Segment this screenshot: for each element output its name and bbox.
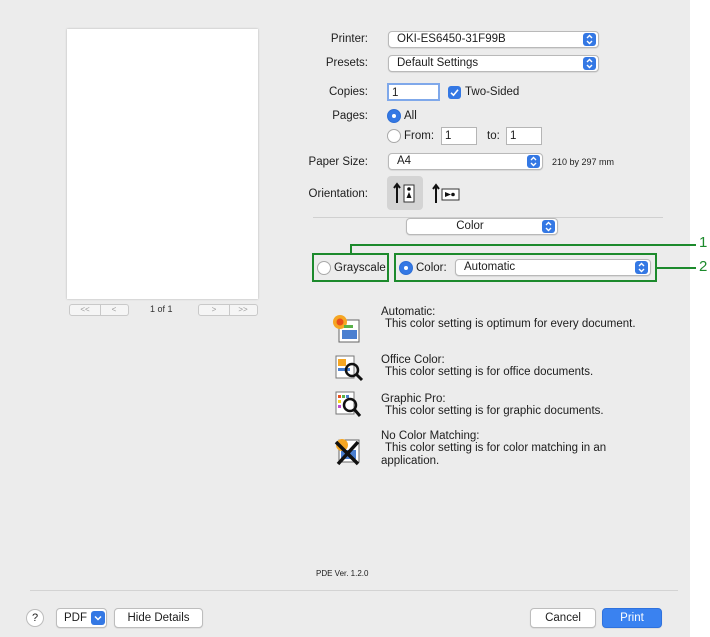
printer-label: Printer:	[330, 33, 368, 45]
first-page-button[interactable]: <<	[70, 305, 101, 315]
option-description: This color setting is for office documen…	[385, 366, 594, 378]
chevron-down-icon	[91, 611, 105, 625]
pages-from-radio[interactable]	[387, 129, 401, 143]
two-sided-label: Two-Sided	[465, 86, 520, 98]
print-button[interactable]: Print	[602, 608, 662, 628]
pages-all-radio[interactable]	[387, 109, 401, 123]
chevron-updown-icon	[583, 33, 596, 46]
office-color-icon	[330, 353, 366, 383]
panel-select[interactable]: Color	[406, 218, 558, 235]
page-preview	[67, 29, 258, 299]
option-description-continued: application.	[381, 455, 440, 467]
copies-input[interactable]: 1	[387, 83, 440, 101]
graphic-pro-icon	[330, 390, 366, 420]
presets-select[interactable]: Default Settings	[388, 55, 599, 72]
option-description: This color setting is optimum for every …	[385, 318, 636, 330]
landscape-icon	[432, 183, 460, 203]
paper-size-select[interactable]: A4	[388, 153, 543, 170]
help-label: ?	[31, 612, 39, 624]
color-label: Color:	[416, 262, 447, 274]
pages-from-input[interactable]: 1	[441, 127, 477, 145]
next-page-button[interactable]: >	[199, 305, 230, 315]
grayscale-radio[interactable]	[317, 261, 331, 275]
pdf-label: PDF	[64, 612, 87, 624]
option-title: No Color Matching:	[381, 430, 480, 442]
copies-label: Copies:	[329, 86, 368, 98]
chevron-updown-icon	[542, 220, 555, 233]
pages-from-label: From:	[404, 130, 435, 142]
hide-details-button[interactable]: Hide Details	[114, 608, 203, 628]
preview-nav-forward: > >>	[198, 304, 258, 316]
orientation-label: Orientation:	[308, 188, 368, 200]
pages-label: Pages:	[332, 110, 368, 122]
callout-number-2: 2	[699, 258, 708, 275]
grayscale-label: Grayscale	[334, 262, 386, 274]
presets-label: Presets:	[325, 57, 368, 69]
portrait-orientation-button[interactable]	[387, 176, 423, 210]
pages-all-label: All	[404, 110, 417, 122]
no-color-matching-icon	[330, 436, 366, 468]
option-description: This color setting is for graphic docume…	[385, 405, 604, 417]
two-sided-checkbox[interactable]	[448, 86, 461, 99]
pages-to-input[interactable]: 1	[506, 127, 542, 145]
paper-dimensions: 210 by 297 mm	[552, 157, 615, 167]
previous-page-button[interactable]: <	[100, 305, 128, 315]
preview-nav-back: << <	[69, 304, 129, 316]
cancel-label: Cancel	[545, 612, 581, 624]
option-description: This color setting is for color matching…	[385, 442, 607, 454]
help-button[interactable]: ?	[26, 609, 44, 627]
cancel-button[interactable]: Cancel	[530, 608, 596, 628]
chevron-updown-icon	[635, 261, 648, 274]
paper-size-label: Paper Size:	[308, 156, 368, 168]
callout-leader-1	[350, 244, 696, 246]
pdf-menu-button[interactable]: PDF	[56, 608, 107, 628]
hide-details-label: Hide Details	[127, 612, 190, 624]
printer-value: OKI-ES6450-31F99B	[397, 33, 506, 45]
portrait-icon	[393, 182, 415, 203]
chevron-updown-icon	[527, 155, 540, 168]
print-label: Print	[620, 612, 644, 624]
chevron-updown-icon	[583, 57, 596, 70]
last-page-button[interactable]: >>	[229, 305, 257, 315]
page-indicator: 1 of 1	[150, 304, 173, 314]
option-title: Automatic:	[381, 306, 436, 318]
pde-version: PDE Ver. 1.2.0	[316, 569, 369, 578]
callout-leader-1-drop	[350, 244, 352, 254]
checkmark-icon	[450, 89, 459, 97]
callout-number-1: 1	[699, 234, 708, 251]
presets-value: Default Settings	[397, 57, 479, 69]
footer-divider	[30, 590, 678, 591]
callout-leader-2	[657, 267, 696, 269]
color-mode-select[interactable]: Automatic	[455, 259, 651, 276]
option-title: Office Color:	[381, 354, 445, 366]
printer-select[interactable]: OKI-ES6450-31F99B	[388, 31, 599, 48]
color-mode-value: Automatic	[464, 261, 516, 273]
paper-size-value: A4	[397, 155, 412, 167]
pages-to-label: to:	[487, 130, 500, 142]
print-dialog: << < 1 of 1 > >> Printer: OKI-ES6450-31F…	[0, 0, 690, 637]
automatic-color-icon	[330, 309, 366, 345]
option-title: Graphic Pro:	[381, 393, 446, 405]
panel-select-value: Color	[456, 220, 484, 232]
landscape-orientation-button[interactable]	[428, 178, 464, 210]
color-radio[interactable]	[399, 261, 413, 275]
